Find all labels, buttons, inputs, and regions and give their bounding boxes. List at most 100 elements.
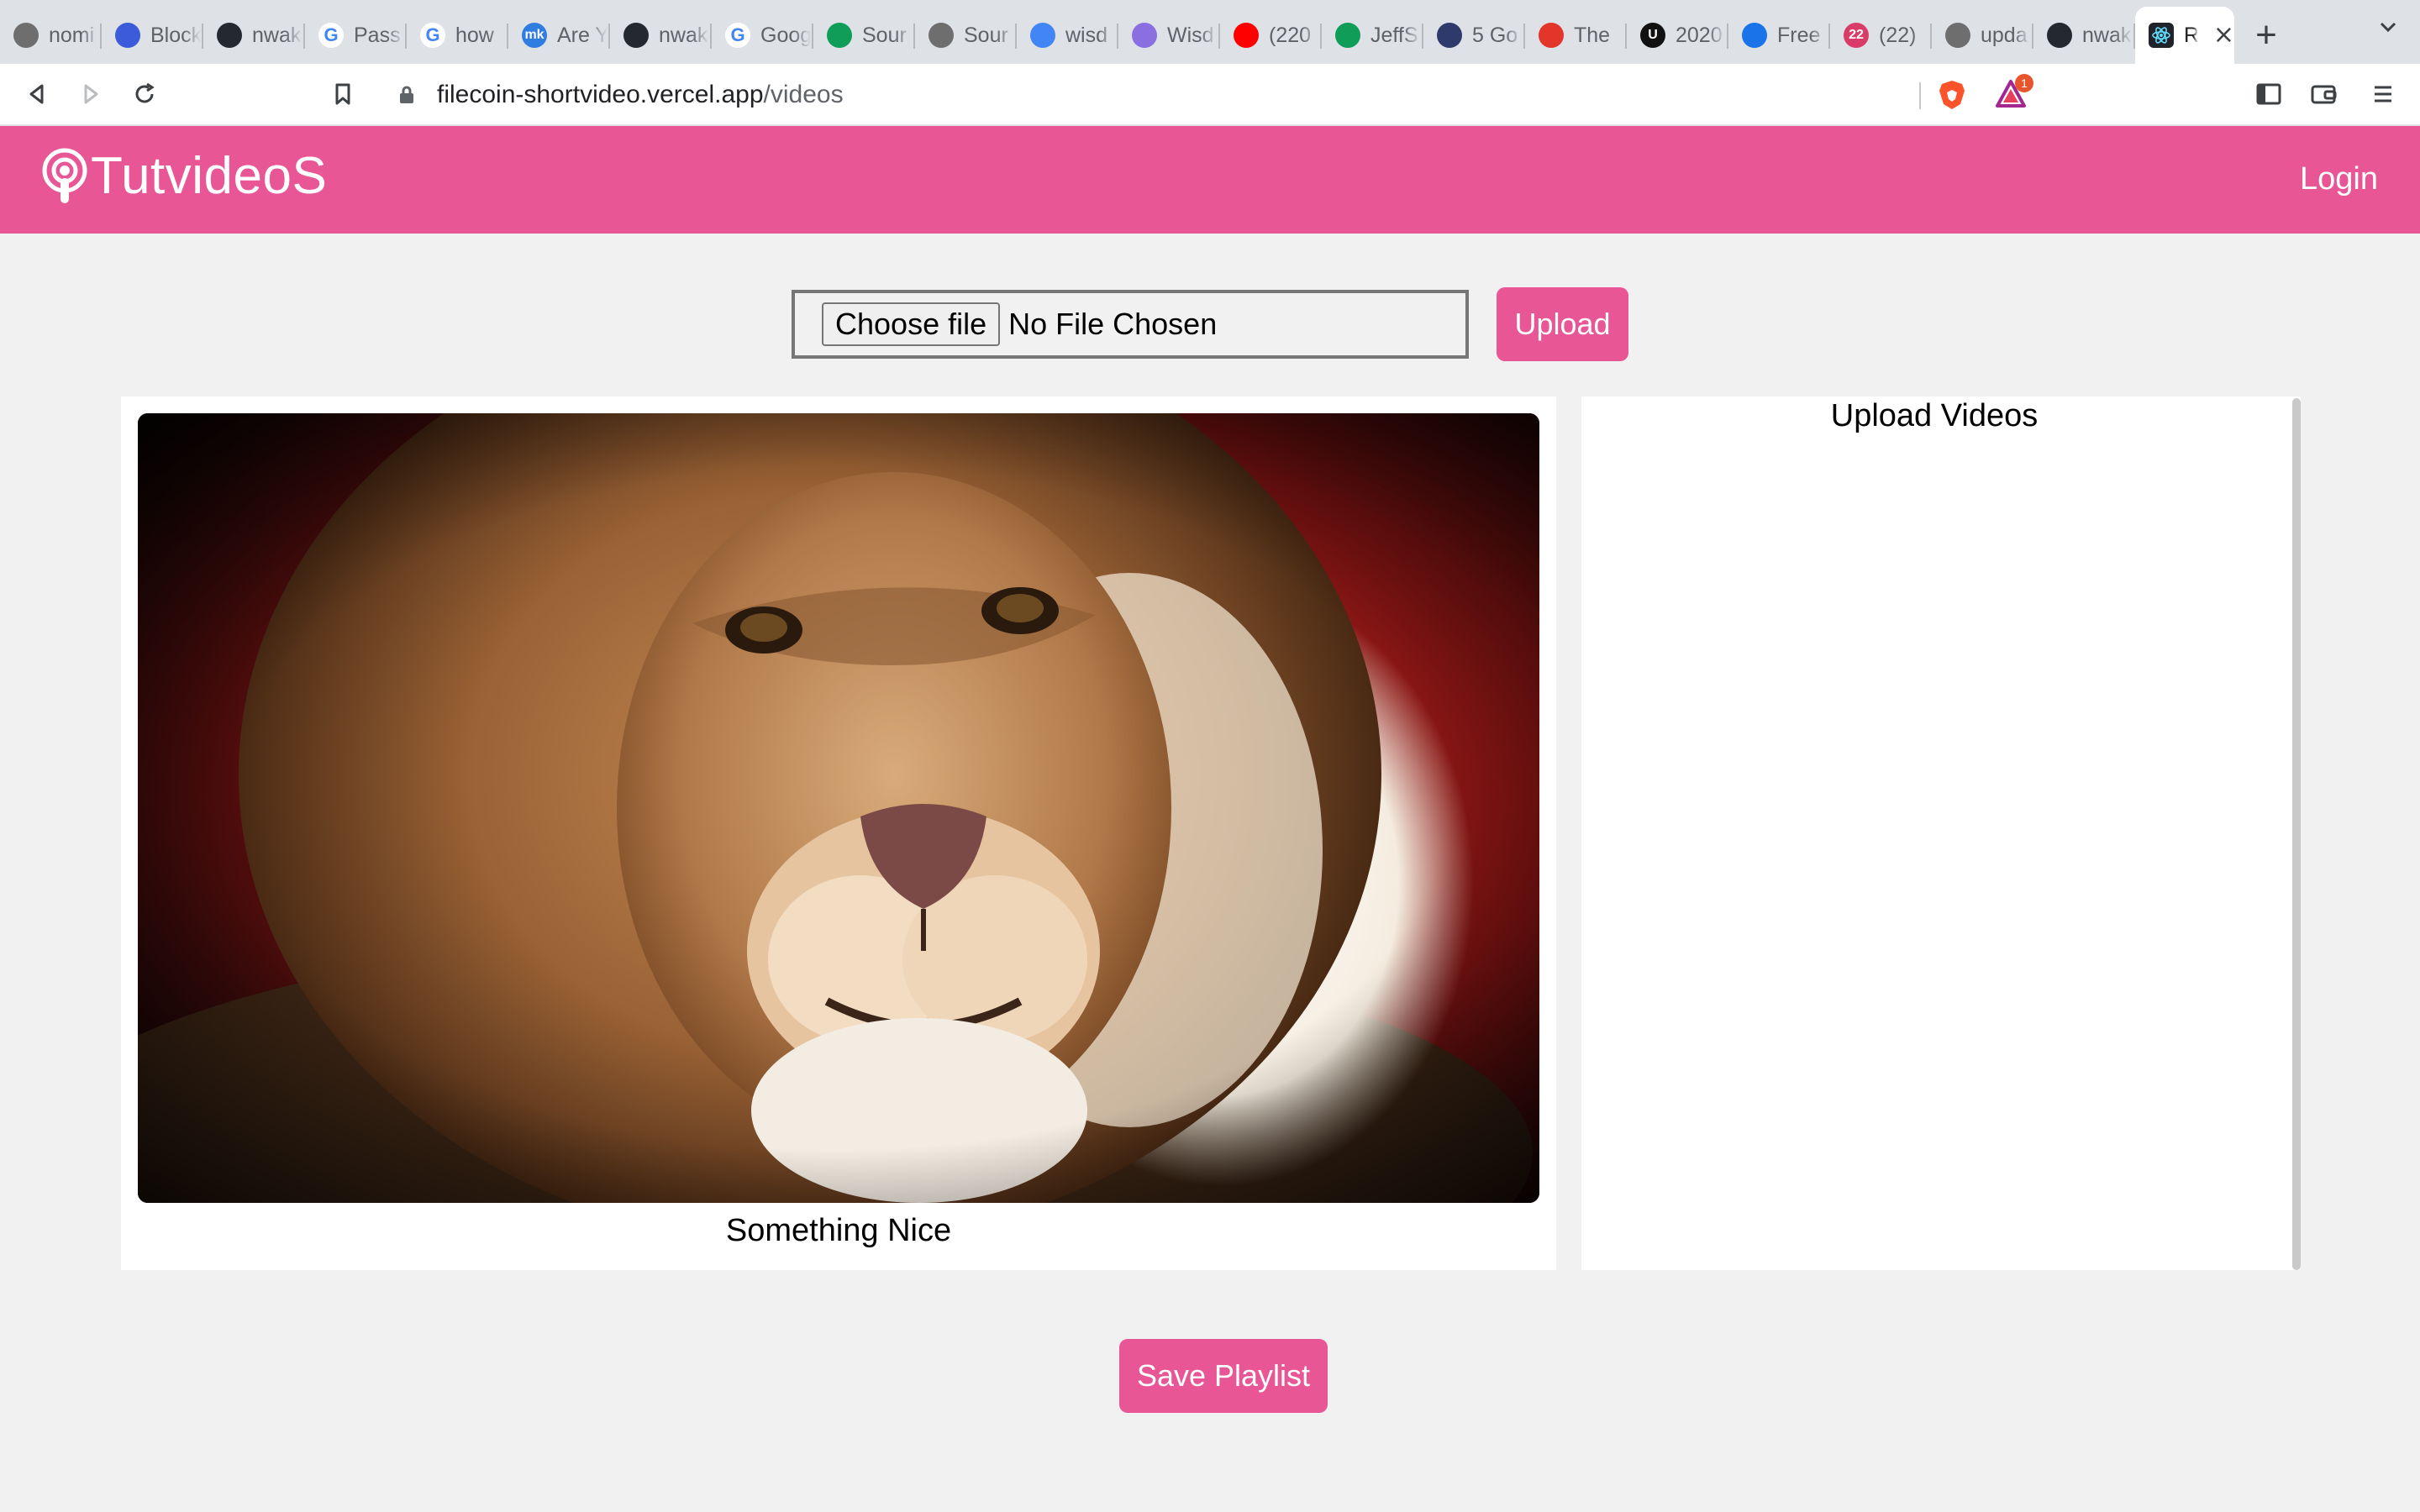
upload-panel-title: Upload Videos	[1830, 398, 2039, 433]
globe-icon	[1945, 23, 1970, 48]
browser-tab[interactable]: nwak	[203, 7, 305, 64]
browser-tab-label: 2020	[1676, 23, 1723, 47]
browser-tab-label: Wisd	[1167, 23, 1214, 47]
browser-tab[interactable]: 22 (22)	[1830, 7, 1932, 64]
github-icon	[623, 23, 649, 48]
login-link[interactable]: Login	[2300, 161, 2378, 197]
video-player[interactable]	[138, 413, 1539, 1203]
sidebar-icon	[2256, 83, 2281, 105]
browser-tab[interactable]: nwak	[610, 7, 712, 64]
globe-icon	[13, 23, 39, 48]
panel-scrollbar[interactable]	[2292, 398, 2301, 1270]
browser-toolbar: filecoin-shortvideo.vercel.app/videos 1	[0, 64, 2420, 126]
new-tab-button[interactable]: +	[2234, 7, 2298, 64]
wallet-button[interactable]	[2307, 77, 2341, 111]
tab-search-chevron-icon[interactable]	[2376, 15, 2400, 45]
mk-logo-icon: mk	[522, 23, 547, 48]
upload-button[interactable]: Upload	[1497, 287, 1628, 361]
browser-tab[interactable]: Block	[102, 7, 203, 64]
browser-tab-strip: nomi Block nwak G Pass Ghow mk Are Ynwak G Goog So…	[0, 0, 2420, 64]
browser-tab-label: 5 Go	[1472, 23, 1518, 47]
google-docs-icon	[1030, 23, 1055, 48]
browser-tab-label: upda	[1981, 23, 2028, 47]
browser-tab-label: JeffS	[1370, 23, 1418, 47]
browser-tab-label: Goog	[760, 23, 811, 47]
browser-tab-label: Are Y	[557, 23, 608, 47]
address-bar[interactable]: filecoin-shortvideo.vercel.app/videos 1	[380, 71, 2040, 119]
browser-tab[interactable]: mk Are Y	[508, 7, 610, 64]
reload-icon	[135, 82, 155, 103]
file-input[interactable]: Choose file No File Chosen	[792, 290, 1469, 359]
u-logo-icon: U	[1640, 23, 1665, 48]
video-title: Something Nice	[725, 1213, 952, 1248]
hamburger-menu-icon	[2375, 86, 2391, 102]
browser-tab[interactable]: nwak	[2033, 7, 2135, 64]
wisdom-logo-icon	[1132, 23, 1157, 48]
sidebar-toggle-button[interactable]	[2252, 77, 2286, 111]
browser-tab[interactable]: nomi	[0, 7, 102, 64]
url-text: filecoin-shortvideo.vercel.app/videos	[437, 81, 844, 108]
google-drive-icon	[1335, 23, 1360, 48]
video-card: Something Nice	[121, 396, 1556, 1270]
browser-tab-label: how	[455, 23, 494, 47]
browser-tab-label: (220	[1269, 23, 1312, 47]
browser-tab[interactable]: Wisd	[1118, 7, 1220, 64]
browser-tab-label: Block	[150, 23, 201, 47]
browser-tab-label: R	[2184, 23, 2198, 47]
browser-tab-label: Pass	[354, 23, 401, 47]
github-icon	[217, 23, 242, 48]
brand-logo[interactable]: TutvideoS	[40, 146, 327, 206]
choose-file-button[interactable]: Choose file	[822, 302, 1001, 346]
browser-tab[interactable]: upda	[1932, 7, 2033, 64]
browser-tab-label: Sour	[862, 23, 907, 47]
back-button[interactable]	[20, 77, 54, 111]
calendar-22-icon: 22	[1844, 23, 1869, 48]
upload-videos-panel: Upload Videos	[1581, 396, 2301, 1270]
browser-tab[interactable]: The	[1525, 7, 1627, 64]
address-bar-divider	[1919, 82, 1921, 109]
browser-tab[interactable]: wisd	[1017, 7, 1118, 64]
browser-tab[interactable]: Sour	[915, 7, 1017, 64]
google-drive-icon	[827, 23, 852, 48]
browser-tab[interactable]: JeffS	[1322, 7, 1423, 64]
forward-button[interactable]	[74, 77, 108, 111]
podcast-logo-icon	[42, 148, 87, 203]
browser-tab-active[interactable]: R ×	[2135, 7, 2234, 64]
brand-name: TutvideoS	[91, 147, 328, 205]
tab-list: nomi Block nwak G Pass Ghow mk Are Ynwak G Goog So…	[0, 7, 2234, 64]
browser-tab-label: nwak	[2082, 23, 2132, 47]
youtube-icon	[1234, 23, 1259, 48]
globe-icon	[929, 23, 954, 48]
browser-tab[interactable]: G Pass	[305, 7, 407, 64]
browser-tab[interactable]: Ghow	[407, 7, 508, 64]
browser-tab[interactable]: Free	[1728, 7, 1830, 64]
bookmark-button[interactable]	[326, 77, 360, 111]
browser-tab-label: (22)	[1879, 23, 1917, 47]
filter-logo-icon	[1742, 23, 1767, 48]
shield-logo-icon	[1437, 23, 1462, 48]
wallet-icon	[2311, 85, 2337, 104]
save-playlist-button[interactable]: Save Playlist	[1119, 1339, 1328, 1413]
browser-tab[interactable]: G Goog	[712, 7, 813, 64]
github-icon	[2047, 23, 2072, 48]
browser-tab-label: wisd	[1065, 23, 1108, 47]
browser-tab-label: Sour	[964, 23, 1008, 47]
browser-tab-label: nomi	[49, 23, 95, 47]
browser-tab[interactable]: Sour	[813, 7, 915, 64]
lion-video-thumbnail	[138, 413, 1539, 1203]
nbc-peacock-icon	[1539, 23, 1564, 48]
react-icon	[2149, 23, 2174, 48]
browser-menu-button[interactable]	[2366, 77, 2400, 111]
bookmark-icon	[335, 83, 350, 105]
brave-shields-icon[interactable]	[1937, 79, 1967, 114]
google-icon: G	[420, 23, 445, 48]
forward-icon	[84, 84, 98, 104]
back-icon	[29, 84, 44, 104]
browser-tab[interactable]: (220	[1220, 7, 1322, 64]
brave-rewards-icon[interactable]: 1	[1995, 74, 2033, 113]
browser-tab[interactable]: U 2020	[1627, 7, 1728, 64]
browser-tab-label: The	[1574, 23, 1611, 47]
browser-tab[interactable]: 5 Go	[1423, 7, 1525, 64]
reload-button[interactable]	[128, 77, 161, 111]
close-icon[interactable]: ×	[2213, 23, 2234, 48]
